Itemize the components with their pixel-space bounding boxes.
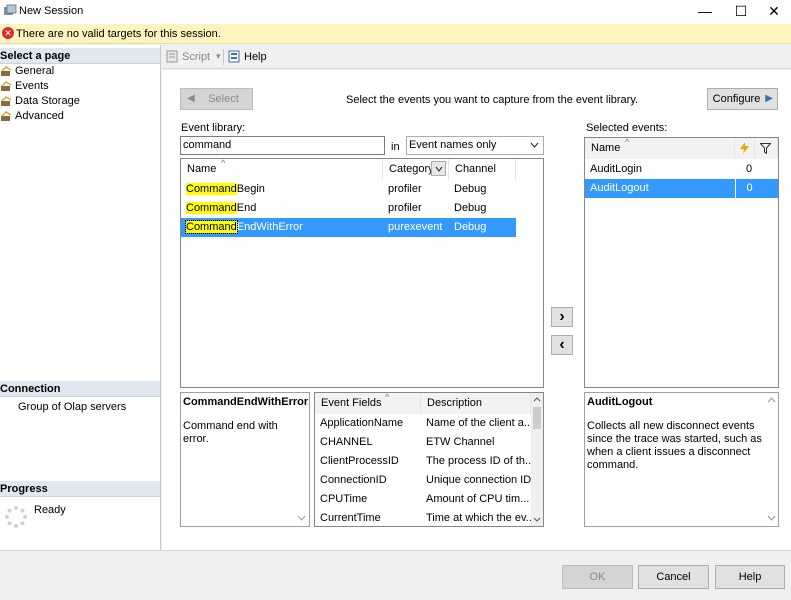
configure-button[interactable]: Configure ▶ [707, 88, 778, 110]
sort-up-icon: ^ [385, 392, 390, 402]
page-icon [1, 81, 12, 91]
table-row[interactable]: CHANNEL ETW Channel [315, 433, 531, 452]
event-library-label: Event library: [181, 122, 246, 134]
chevron-down-icon [530, 142, 539, 148]
table-row[interactable]: ConnectionID Unique connection ID. [315, 471, 531, 490]
script-button[interactable]: Script ▾ [166, 49, 226, 65]
table-row[interactable]: ApplicationName Name of the client a... [315, 414, 531, 433]
sort-up-icon: ^ [221, 158, 226, 168]
help-toolbar-button[interactable]: Help [228, 49, 278, 65]
error-icon: ✕ [2, 27, 14, 39]
connection-value: Group of Olap servers [18, 401, 127, 413]
app-icon [4, 4, 17, 15]
in-label: in [391, 141, 400, 153]
event-detail-description: Command end with error. [183, 420, 278, 445]
lightning-icon [740, 142, 749, 154]
table-row[interactable]: CurrentTime Time at which the ev... [315, 509, 531, 526]
vertical-scrollbar[interactable] [531, 393, 543, 526]
chevron-left-icon: ‹ [559, 336, 565, 353]
selected-events-label: Selected events: [586, 122, 668, 134]
column-header-channel[interactable]: Channel [449, 159, 516, 180]
table-row[interactable]: CommandEnd profiler Debug [181, 199, 516, 218]
event-fields-grid: Event Fields ^ Description ApplicationNa… [314, 392, 544, 527]
title-bar: New Session — ☐ ✕ [0, 0, 791, 24]
chevron-right-icon: › [559, 308, 565, 325]
nav-item-events[interactable]: Events [0, 79, 49, 94]
table-row-selected[interactable]: AuditLogout 0 [585, 179, 778, 198]
selected-event-detail-description: Collects all new disconnect events since… [587, 420, 762, 471]
column-header-description[interactable]: Description [421, 393, 531, 414]
chevron-down-icon[interactable] [297, 515, 306, 521]
nav-item-general[interactable]: General [0, 64, 54, 79]
selected-event-detail-panel: AuditLogout Collects all new disconnect … [584, 392, 779, 527]
scrollbar-thumb[interactable] [533, 407, 541, 429]
remove-event-button[interactable]: ‹ [551, 335, 573, 355]
column-header-category[interactable]: Category [383, 159, 449, 180]
minimize-button[interactable]: — [688, 0, 722, 24]
scope-select[interactable]: Event names only [406, 136, 544, 155]
page-icon [1, 111, 12, 121]
toolbar-divider [223, 49, 224, 65]
help-icon [228, 50, 240, 63]
nav-item-data-storage[interactable]: Data Storage [0, 94, 80, 109]
table-row[interactable]: CPUTime Amount of CPU tim... [315, 490, 531, 509]
chevron-up-icon[interactable] [767, 397, 776, 403]
events-page: ◀ Select Select the events you want to c… [162, 70, 791, 550]
sort-up-icon: ^ [625, 137, 630, 147]
column-header-name[interactable]: Name ^ [585, 138, 735, 159]
progress-status: Ready [34, 504, 66, 516]
column-header-event-fields[interactable]: Event Fields ^ [315, 393, 421, 414]
page-icon [1, 66, 12, 76]
progress-header: Progress [0, 481, 160, 497]
connection-header: Connection [0, 381, 160, 397]
event-library-grid: Name ^ Category Channel CommandBegin pro… [180, 158, 544, 388]
filter-dropdown-icon[interactable] [431, 161, 446, 176]
event-search-input[interactable]: command [180, 136, 385, 155]
chevron-right-icon: ▶ [765, 93, 773, 104]
column-header-action-icon[interactable] [735, 138, 755, 159]
page-icon [1, 96, 12, 106]
table-row-selected[interactable]: CommandEndWithError purexevent Debug [181, 218, 516, 237]
nav-item-advanced[interactable]: Advanced [0, 109, 64, 124]
filter-icon [760, 143, 771, 154]
add-event-button[interactable]: › [551, 307, 573, 327]
instruction-text: Select the events you want to capture fr… [346, 94, 639, 106]
column-header-filter[interactable] [755, 138, 778, 159]
select-button[interactable]: ◀ Select [180, 88, 253, 110]
table-row[interactable]: AuditLogin 0 [585, 160, 778, 179]
script-icon [166, 50, 178, 63]
progress-spinner-icon [5, 506, 27, 528]
chevron-up-icon[interactable] [533, 397, 541, 402]
table-row[interactable]: CommandBegin profiler Debug [181, 180, 516, 199]
chevron-left-icon: ◀ [187, 93, 195, 104]
help-button[interactable]: Help [715, 565, 785, 589]
event-detail-title: CommandEndWithError [183, 396, 309, 408]
warning-bar: ✕ There are no valid targets for this se… [0, 24, 791, 44]
chevron-down-icon[interactable] [767, 515, 776, 521]
ok-button[interactable]: OK [562, 565, 633, 589]
cancel-button[interactable]: Cancel [638, 565, 709, 589]
select-page-header: Select a page [0, 48, 160, 64]
chevron-down-icon: ▾ [216, 51, 221, 61]
warning-message: There are no valid targets for this sess… [16, 28, 221, 40]
column-header-name[interactable]: Name ^ [181, 159, 383, 180]
event-detail-panel: CommandEndWithError Command end with err… [180, 392, 310, 527]
dialog-footer: OK Cancel Help [0, 550, 791, 600]
left-nav: Select a page General Events Data Storag… [0, 45, 161, 550]
toolbar: Script ▾ Help [162, 45, 791, 69]
maximize-button[interactable]: ☐ [724, 0, 758, 24]
window-title: New Session [19, 5, 84, 17]
chevron-down-icon[interactable] [533, 517, 541, 522]
table-row[interactable]: ClientProcessID The process ID of th... [315, 452, 531, 471]
close-button[interactable]: ✕ [757, 0, 791, 24]
selected-event-detail-title: AuditLogout [587, 396, 653, 408]
selected-events-grid: Name ^ AuditLogin 0 AuditLogout 0 [584, 137, 779, 388]
